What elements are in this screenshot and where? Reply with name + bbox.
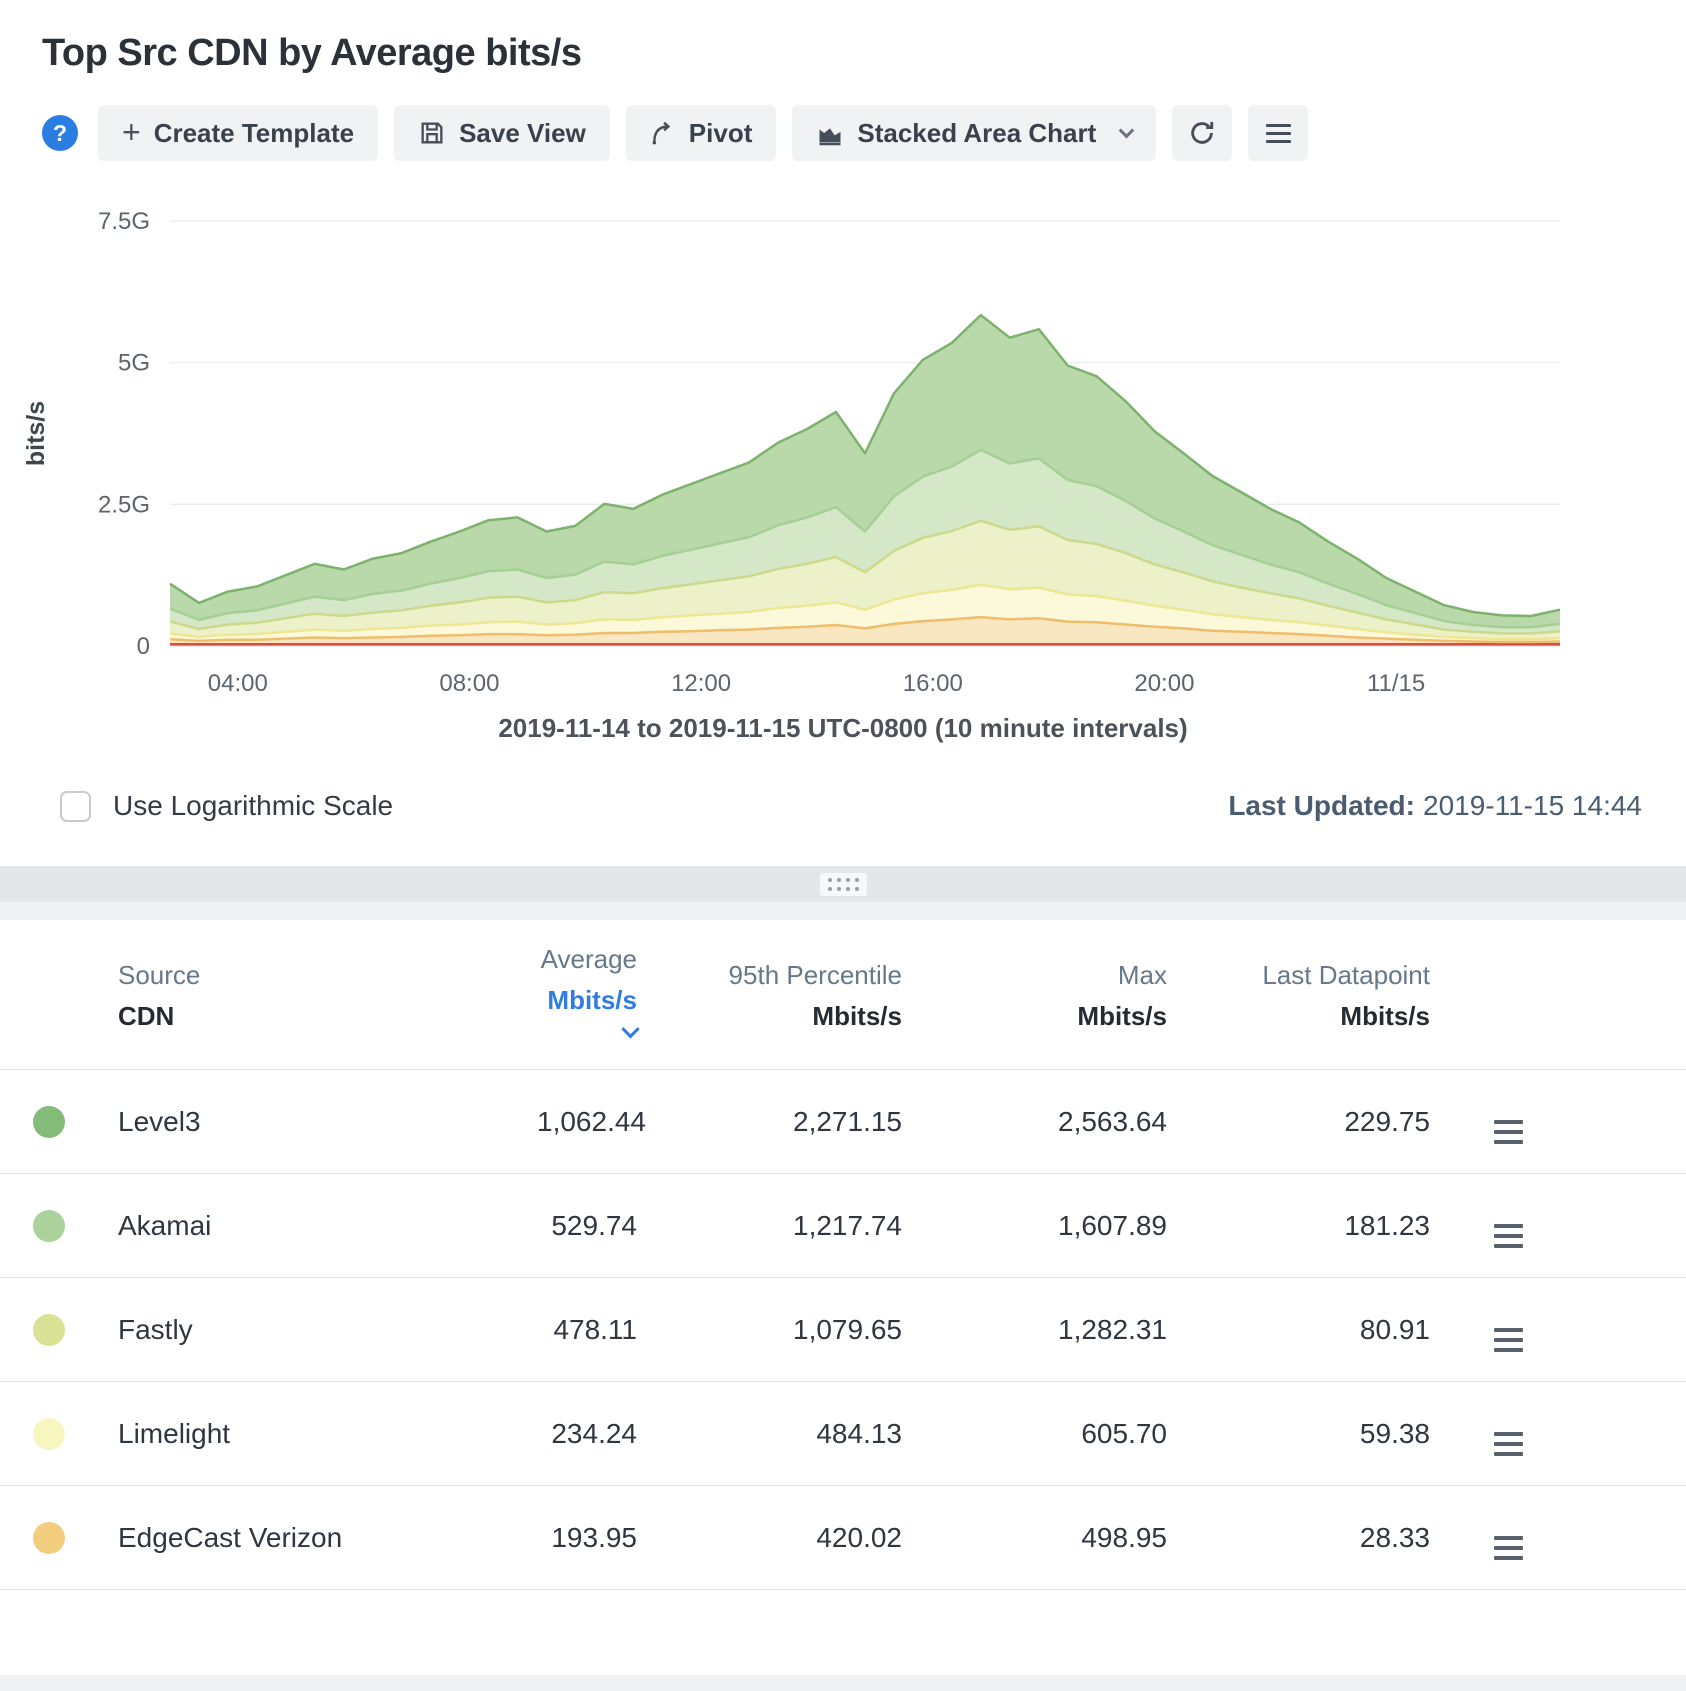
max-value: 498.95: [1081, 1521, 1167, 1553]
save-icon: [418, 119, 446, 147]
x-tick-label: 11/15: [1367, 670, 1425, 697]
row-menu-icon[interactable]: [1494, 1328, 1523, 1352]
col-max[interactable]: Max Mbits/s: [902, 960, 1167, 1032]
page-title: Top Src CDN by Average bits/s: [42, 32, 582, 74]
x-tick-label: 08:00: [439, 670, 499, 697]
row-menu-icon[interactable]: [1494, 1432, 1523, 1456]
p95-value: 2,271.15: [793, 1105, 902, 1137]
refresh-button[interactable]: [1172, 105, 1233, 161]
max-value: 1,607.89: [1058, 1209, 1167, 1241]
plus-icon: +: [122, 113, 141, 150]
pivot-icon: [650, 120, 676, 146]
cdn-name: Level3: [118, 1105, 201, 1137]
series-color-dot: [33, 1521, 65, 1554]
y-tick-label: 7.5G: [98, 208, 150, 235]
log-scale-label: Use Logarithmic Scale: [113, 790, 394, 821]
series-color-dot: [33, 1209, 65, 1242]
toolbar: ? + Create Template Save View Pivot Stac…: [42, 105, 1686, 161]
average-value: 234.24: [551, 1417, 637, 1449]
last-datapoint-value: 28.33: [1359, 1521, 1430, 1553]
area-chart-icon: [816, 119, 844, 147]
table-row: Level3 1,062.44 2,271.15 2,563.64 229.75: [0, 1070, 1686, 1174]
create-template-button[interactable]: + Create Template: [98, 105, 379, 161]
last-updated-value: 2019-11-15 14:44: [1423, 790, 1642, 821]
panel-divider: [0, 866, 1686, 902]
save-view-button[interactable]: Save View: [394, 105, 610, 161]
row-menu-icon[interactable]: [1494, 1120, 1523, 1144]
panel-resize-handle[interactable]: [819, 872, 867, 896]
chart-controls: Use Logarithmic Scale Last Updated: 2019-…: [60, 790, 1642, 822]
series-color-dot: [33, 1105, 65, 1138]
last-datapoint-value: 229.75: [1344, 1105, 1430, 1137]
next-panel-edge: [0, 1675, 1686, 1691]
x-tick-label: 04:00: [208, 670, 268, 697]
pivot-button[interactable]: Pivot: [625, 105, 777, 161]
menu-icon: [1265, 123, 1291, 143]
last-updated: Last Updated: 2019-11-15 14:44: [1228, 790, 1642, 822]
dashboard-panel: Top Src CDN by Average bits/s ? + Create…: [0, 0, 1686, 1691]
last-datapoint-value: 59.38: [1359, 1417, 1430, 1449]
cdn-table: Source CDN Average Mbits/s 95th Percenti…: [0, 920, 1686, 1590]
chevron-down-icon: [1119, 122, 1135, 138]
row-menu-icon[interactable]: [1494, 1224, 1523, 1248]
last-datapoint-value: 80.91: [1359, 1313, 1430, 1345]
col-last-datapoint[interactable]: Last Datapoint Mbits/s: [1167, 960, 1430, 1032]
average-value: 529.74: [551, 1209, 637, 1241]
p95-value: 484.13: [816, 1417, 902, 1449]
col-average[interactable]: Average Mbits/s: [537, 944, 640, 1047]
cdn-name: Akamai: [118, 1209, 212, 1241]
panel-divider-strip: [0, 902, 1686, 920]
p95-value: 1,217.74: [793, 1209, 902, 1241]
p95-value: 1,079.65: [793, 1313, 902, 1345]
max-value: 2,563.64: [1058, 1105, 1167, 1137]
y-axis-title: bits/s: [22, 401, 50, 466]
table-row: EdgeCast Verizon 193.95 420.02 498.95 28…: [0, 1486, 1686, 1590]
max-value: 605.70: [1081, 1417, 1167, 1449]
p95-value: 420.02: [816, 1521, 902, 1553]
help-button[interactable]: ?: [42, 115, 78, 151]
y-tick-label: 0: [137, 633, 150, 660]
row-menu-icon[interactable]: [1494, 1536, 1523, 1560]
x-tick-label: 16:00: [903, 670, 963, 697]
x-axis-caption: 2019-11-14 to 2019-11-15 UTC-0800 (10 mi…: [498, 713, 1188, 743]
y-tick-label: 5G: [118, 350, 150, 377]
series-color-dot: [33, 1313, 65, 1346]
table-header-row: Source CDN Average Mbits/s 95th Percenti…: [0, 920, 1686, 1070]
log-scale-checkbox[interactable]: [60, 790, 91, 822]
cdn-name: EdgeCast Verizon: [118, 1521, 343, 1553]
chart-type-selector[interactable]: Stacked Area Chart: [792, 105, 1157, 161]
cdn-name: Fastly: [118, 1313, 193, 1345]
last-updated-label: Last Updated:: [1228, 790, 1415, 821]
refresh-icon: [1187, 118, 1217, 148]
max-value: 1,282.31: [1058, 1313, 1167, 1345]
x-tick-label: 12:00: [671, 670, 731, 697]
help-icon: ?: [52, 119, 68, 146]
average-value: 193.95: [551, 1521, 637, 1553]
x-tick-label: 20:00: [1134, 670, 1194, 697]
col-source: Source CDN: [118, 959, 201, 1031]
y-tick-label: 2.5G: [98, 491, 150, 518]
stacked-area-chart: 0 2.5G 5G 7.5G bits/s 04:00 08:00 12:00 16:00 20:…: [22, 208, 1561, 697]
series-color-dot: [33, 1417, 65, 1450]
cdn-name: Limelight: [118, 1417, 231, 1449]
col-95th-percentile[interactable]: 95th Percentile Mbits/s: [637, 960, 902, 1032]
table-body: Level3 1,062.44 2,271.15 2,563.64 229.75…: [0, 1070, 1686, 1590]
last-datapoint-value: 181.23: [1344, 1209, 1430, 1241]
table-row: Fastly 478.11 1,079.65 1,282.31 80.91: [0, 1278, 1686, 1382]
table-row: Akamai 529.74 1,217.74 1,607.89 181.23: [0, 1174, 1686, 1278]
average-value: 478.11: [553, 1313, 637, 1345]
panel-menu-button[interactable]: [1248, 105, 1309, 161]
average-value: 1,062.44: [537, 1105, 646, 1137]
table-row: Limelight 234.24 484.13 605.70 59.38: [0, 1382, 1686, 1486]
